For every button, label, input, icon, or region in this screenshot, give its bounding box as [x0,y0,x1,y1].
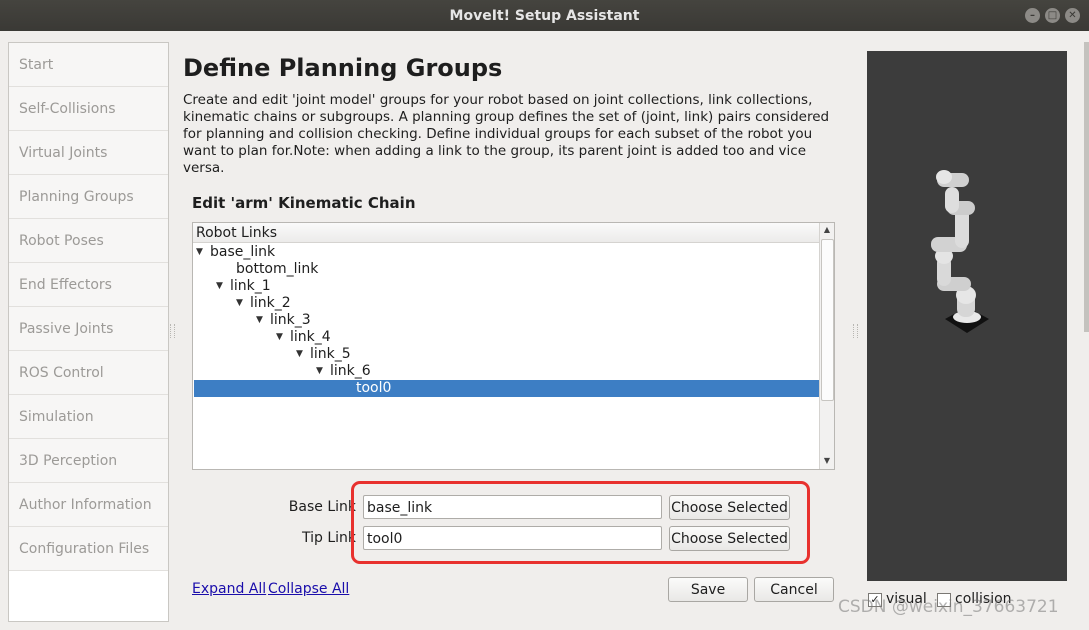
close-icon[interactable]: ✕ [1065,8,1080,23]
left-splitter-handle[interactable] [170,324,175,338]
sidebar-item-passive-joints[interactable]: Passive Joints [9,307,168,351]
cancel-button[interactable]: Cancel [754,577,834,602]
sidebar-item-planning-groups[interactable]: Planning Groups [9,175,168,219]
window-right-scrollbar[interactable] [1084,42,1089,332]
sidebar-item-robot-poses[interactable]: Robot Poses [9,219,168,263]
tree-node-link-3[interactable]: ▼ link_3 [256,312,311,329]
tree-node-tool0[interactable]: tool0 [356,380,391,397]
sidebar-item-self-collisions[interactable]: Self-Collisions [9,87,168,131]
expand-all-link[interactable]: Expand All [192,581,266,597]
sidebar-item-end-effectors[interactable]: End Effectors [9,263,168,307]
scroll-down-icon[interactable]: ▼ [820,454,834,468]
tip-link-label: Tip Link [301,530,356,546]
sidebar-item-configuration-files[interactable]: Configuration Files [9,527,168,571]
selected-row-highlight [194,380,819,397]
sidebar-item-simulation[interactable]: Simulation [9,395,168,439]
sidebar-item-3d-perception[interactable]: 3D Perception [9,439,168,483]
page-title: Define Planning Groups [183,54,503,82]
robot-arm-render [931,170,989,333]
expand-arrow-icon[interactable]: ▼ [256,312,270,329]
right-splitter-handle[interactable] [853,324,858,338]
scrollbar-thumb[interactable] [821,239,834,401]
tree-node-link-5[interactable]: ▼ link_5 [296,346,351,363]
tool-flange [936,170,952,184]
tree-node-link-4[interactable]: ▼ link_4 [276,329,331,346]
highlight-annotation-box [351,481,810,564]
sidebar-item-start[interactable]: Start [9,43,168,87]
save-button[interactable]: Save [668,577,748,602]
expand-arrow-icon[interactable]: ▼ [296,346,310,363]
sidebar-item-author-information[interactable]: Author Information [9,483,168,527]
sidebar-nav: Start Self-Collisions Virtual Joints Pla… [8,42,169,622]
wrist-vertical [945,187,959,213]
tree-node-base-link[interactable]: ▼ base_link [196,244,275,261]
base-link-label: Base Link [288,499,356,515]
window-title: MoveIt! Setup Assistant [449,8,640,24]
sidebar-item-virtual-joints[interactable]: Virtual Joints [9,131,168,175]
csdn-watermark: CSDN @weixin_37663721 [838,597,1059,617]
window-titlebar: MoveIt! Setup Assistant – □ ✕ [0,0,1089,31]
chain-title: Edit 'arm' Kinematic Chain [192,194,416,212]
tree-node-link-6[interactable]: ▼ link_6 [316,363,371,380]
page-description: Create and edit 'joint model' groups for… [183,92,830,176]
expand-arrow-icon[interactable]: ▼ [216,278,230,295]
sidebar-item-ros-control[interactable]: ROS Control [9,351,168,395]
tree-node-link-2[interactable]: ▼ link_2 [236,295,291,312]
expand-arrow-icon[interactable]: ▼ [316,363,330,380]
maximize-icon[interactable]: □ [1045,8,1060,23]
scroll-up-icon[interactable]: ▲ [820,223,834,237]
tree-header: Robot Links [193,223,819,243]
robot-links-tree[interactable]: Robot Links ▼ base_link bottom_link ▼ link… [192,222,835,470]
minimize-icon[interactable]: – [1025,8,1040,23]
tree-scrollbar[interactable]: ▲ ▼ [819,223,834,469]
expand-arrow-icon[interactable]: ▼ [236,295,250,312]
robot-3d-viewport[interactable] [867,51,1067,581]
tree-node-bottom-link[interactable]: bottom_link [236,261,318,278]
expand-arrow-icon[interactable]: ▼ [276,329,290,346]
collapse-all-link[interactable]: Collapse All [268,581,349,597]
expand-arrow-icon[interactable]: ▼ [196,244,210,261]
tree-node-link-1[interactable]: ▼ link_1 [216,278,271,295]
